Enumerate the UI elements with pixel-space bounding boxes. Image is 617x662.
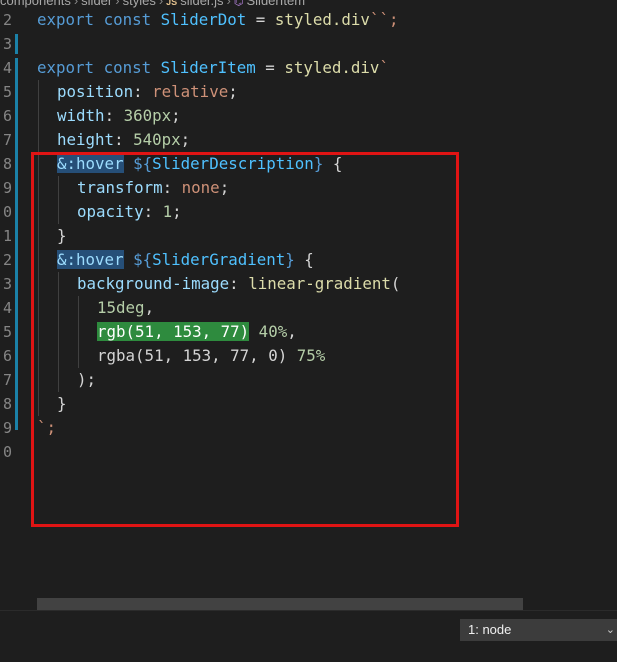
code-line[interactable]: export const SliderDot = styled.div``; — [37, 8, 398, 32]
value-token: 540px — [133, 130, 181, 149]
annotation-highlight-box — [31, 152, 459, 527]
punctuation-token: : — [133, 82, 153, 101]
line-number: 7 — [2, 371, 12, 389]
identifier-token: SliderItem — [160, 58, 256, 77]
line-number: 3 — [2, 275, 12, 293]
identifier-token: SliderDot — [160, 10, 247, 29]
line-number: 4 — [2, 299, 12, 317]
code-line[interactable]: height: 540px; — [57, 128, 190, 152]
line-number: 8 — [2, 395, 12, 413]
function-token: styled.div — [274, 10, 370, 29]
operator-token: = — [255, 10, 266, 29]
line-number: 9 — [2, 419, 12, 437]
line-number: 8 — [2, 155, 12, 173]
line-number: 9 — [2, 179, 12, 197]
template-token: ``; — [369, 10, 399, 29]
line-number: 2 — [2, 11, 12, 29]
punctuation-token: ; — [180, 130, 191, 149]
line-number: 7 — [2, 131, 12, 149]
punctuation-token: ; — [228, 82, 238, 101]
line-number: 6 — [2, 347, 12, 365]
value-token: relative — [152, 82, 229, 101]
line-number: 0 — [2, 203, 12, 221]
code-line[interactable]: width: 360px; — [57, 104, 181, 128]
punctuation-token: ; — [171, 106, 181, 125]
line-number: 5 — [2, 83, 12, 101]
line-number: 6 — [2, 107, 12, 125]
line-number: 4 — [2, 59, 12, 77]
horizontal-scrollbar[interactable] — [37, 598, 523, 610]
git-change-indicator[interactable] — [15, 58, 18, 430]
punctuation-token: : — [104, 106, 124, 125]
function-token: styled.div — [284, 58, 380, 77]
property-token: width — [57, 106, 105, 125]
line-number: 2 — [2, 251, 12, 269]
line-number: 0 — [2, 443, 12, 461]
terminal-selected-value: 1: node — [468, 622, 512, 637]
property-token: position — [57, 82, 134, 101]
keyword-token: const — [103, 10, 152, 29]
keyword-token: export — [37, 58, 95, 77]
template-token: ` — [379, 58, 389, 77]
git-change-indicator[interactable] — [15, 34, 18, 54]
line-number: 1 — [2, 227, 12, 245]
operator-token: = — [265, 58, 275, 77]
terminal-selector[interactable]: 1: node ⌄ — [460, 619, 617, 641]
line-number: 5 — [2, 323, 12, 341]
chevron-down-icon: ⌄ — [605, 624, 615, 636]
punctuation-token: : — [114, 130, 134, 149]
code-line[interactable]: export const SliderItem = styled.div` — [37, 56, 389, 80]
value-token: 360px — [123, 106, 172, 125]
property-token: height — [57, 130, 115, 149]
keyword-token: export — [37, 10, 95, 29]
code-line[interactable]: position: relative; — [57, 80, 238, 104]
line-number: 3 — [2, 35, 12, 53]
keyword-token: const — [103, 58, 152, 77]
